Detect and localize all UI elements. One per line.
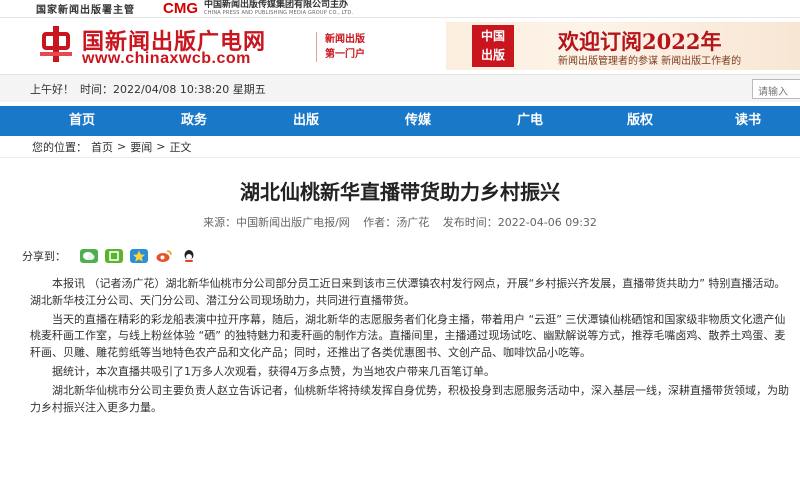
qzone-icon[interactable] [105,249,123,263]
site-slogan: 新闻出版 第一门户 [316,32,382,62]
subscription-banner[interactable]: 中国 出版 欢迎订阅2022年 新闻出版管理者的参谋 新闻出版工作者的 [446,22,800,70]
article-paragraph: 当天的直播在精彩的彩龙船表演中拉开序幕，随后，湖北新华的志愿服务者们化身主播，带… [30,312,786,360]
top-strip: 国家新闻出版署主管 CMG 中国新闻出版传媒集团有限公司主办 CHINA PRE… [0,0,800,18]
article-author: 作者：汤广花 [363,216,430,229]
cmg-organizer: 中国新闻出版传媒集团有限公司主办 CHINA PRESS AND PUBLISH… [204,0,354,17]
breadcrumb-current: 正文 [169,140,192,154]
banner-subtitle: 新闻出版管理者的参谋 新闻出版工作者的 [558,56,742,67]
breadcrumb-label: 您的位置： [32,140,87,154]
star-icon[interactable] [130,249,148,263]
nav-item-publishing[interactable]: 出版 [276,106,336,136]
cmg-name-en: CHINA PRESS AND PUBLISHING MEDIA GROUP C… [204,9,354,16]
breadcrumb-home[interactable]: 首页 [91,139,113,155]
search-input[interactable]: 请输入 [752,79,800,99]
main-nav: 首页 政务 出版 传媒 广电 版权 读书 [0,106,800,136]
article-source: 来源：中国新闻出版广电报/网 [203,216,350,229]
nav-item-reading[interactable]: 读书 [718,106,778,136]
article-meta: 来源：中国新闻出版广电报/网 作者：汤广花 发布时间：2022-04-06 09… [0,214,800,230]
breadcrumb-separator: > [156,140,166,153]
nav-item-politics[interactable]: 政务 [164,106,224,136]
share-label: 分享到： [22,250,66,263]
site-url[interactable]: www.chinaxwcb.com [82,50,251,68]
cmg-name-cn: 中国新闻出版传媒集团有限公司主办 [204,0,349,10]
article-body: 本报讯 （记者汤广花）湖北新华仙桃市分公司部分员工近日来到该市三伏潭镇农村发行网… [30,276,790,418]
breadcrumb: 您的位置： 首页 > 要闻 > 正文 [0,136,800,158]
qq-icon[interactable] [180,249,198,263]
nav-item-home[interactable]: 首页 [52,106,112,136]
breadcrumb-section[interactable]: 要闻 [130,139,152,155]
seal-line-2: 出版 [480,48,505,62]
wechat-icon[interactable] [80,249,98,263]
breadcrumb-separator: > [117,140,127,153]
article-title: 湖北仙桃新华直播带货助力乡村振兴 [240,180,560,204]
seal-line-1: 中国 [480,29,505,43]
article-paragraph: 本报讯 （记者汤广花）湖北新华仙桃市分公司部分员工近日来到该市三伏潭镇农村发行网… [30,277,786,307]
slogan-line-2: 第一门户 [325,49,365,60]
weibo-icon[interactable] [155,249,173,263]
article-published: 发布时间：2022-04-06 09:32 [442,216,597,229]
nav-item-broadcast[interactable]: 广电 [500,106,560,136]
article-paragraph: 据统计，本次直播共吸引了1万多人次观看，获得4万多点赞，为当地农户带来几百笔订单… [52,364,495,378]
current-time: 2022/04/08 10:38:20 星期五 [113,82,266,96]
site-header: 国新闻出版广电网 www.chinaxwcb.com 新闻出版 第一门户 中国 … [0,18,800,74]
share-bar: 分享到： [22,248,205,264]
supervisor-label: 国家新闻出版署主管 [36,5,135,16]
cmg-logo[interactable]: CMG [163,0,198,17]
site-logo-icon[interactable] [36,24,76,64]
article-paragraph: 湖北新华仙桃市分公司主要负责人赵立告诉记者，仙桃新华将持续发挥自身优势，积极投身… [30,383,789,414]
nav-item-copyright[interactable]: 版权 [610,106,670,136]
greeting: 上午好！ [30,82,74,96]
info-bar: 上午好！ 时间： 2022/04/08 10:38:20 星期五 请输入 [0,74,800,102]
time-label: 时间： [80,82,113,96]
nav-item-media[interactable]: 传媒 [388,106,448,136]
banner-seal-logo: 中国 出版 [472,25,514,67]
slogan-line-1: 新闻出版 [325,34,365,45]
